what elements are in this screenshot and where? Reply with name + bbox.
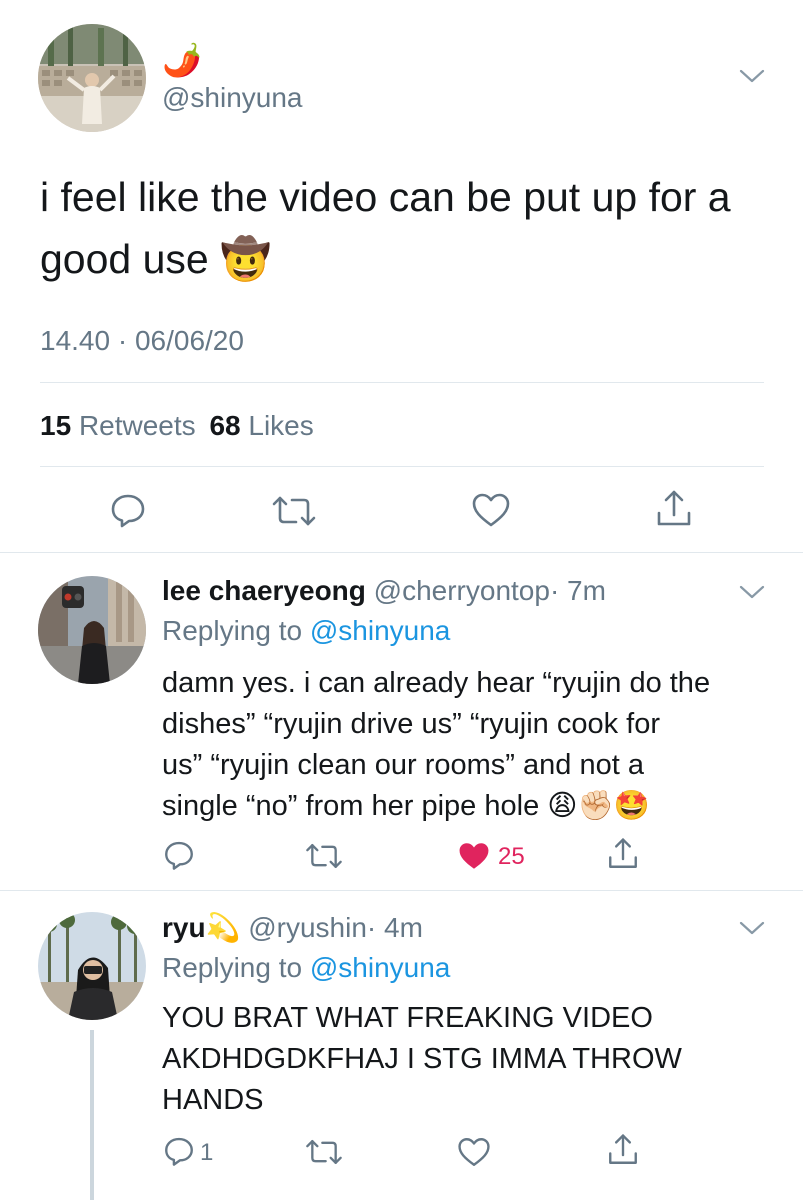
tweet-text: i feel like the video can be put up for …	[40, 166, 770, 290]
handle[interactable]: @shinyuna	[162, 82, 303, 114]
replying-to: Replying to @shinyuna	[162, 614, 450, 648]
chevron-down-icon[interactable]	[738, 918, 766, 938]
section-divider	[0, 890, 803, 891]
thread-line	[90, 1030, 94, 1200]
reply-text: YOU BRAT WHAT FREAKING VIDEO AKDHDGDKFHA…	[162, 998, 772, 1121]
display-name[interactable]: ryu💫	[162, 912, 240, 943]
reply-header: ryu💫 @ryushin· 4m	[162, 910, 423, 946]
avatar[interactable]	[38, 576, 146, 684]
reply-header: lee chaeryeong @cherryontop· 7m	[162, 574, 606, 608]
section-divider	[0, 552, 803, 553]
reply-text-line: HANDS	[162, 1084, 264, 1116]
heart-icon[interactable]	[456, 1135, 492, 1169]
reply-text-line: single “no” from her pipe hole 😩✊🏻🤩	[162, 790, 650, 822]
share-icon[interactable]	[606, 836, 640, 872]
reply-text-line: dishes” “ryujin drive us” “ryujin cook f…	[162, 708, 660, 740]
time-ago: · 4m	[366, 912, 423, 943]
replying-handle-link[interactable]: @shinyuna	[310, 952, 451, 983]
tweet-text-line: i feel like the video can be put up for …	[40, 174, 731, 220]
share-icon[interactable]	[606, 1132, 640, 1168]
reply-text-line: damn yes. i can already hear “ryujin do …	[162, 667, 711, 699]
retweet-icon[interactable]	[304, 840, 344, 872]
share-icon[interactable]	[654, 488, 694, 530]
handle[interactable]: @ryushin	[248, 912, 367, 943]
like-label[interactable]: Likes	[248, 410, 313, 441]
reply-icon[interactable]	[162, 838, 196, 872]
reply-icon[interactable]	[162, 1134, 196, 1168]
like-count[interactable]: 25	[498, 842, 525, 872]
display-name-emoji: 🌶️	[162, 42, 202, 78]
heart-icon-liked[interactable]	[456, 839, 492, 873]
engagement-stats: 15 Retweets 68 Likes	[40, 408, 314, 444]
replying-prefix: Replying to	[162, 952, 303, 983]
heart-icon[interactable]	[470, 490, 512, 530]
time-ago: · 7m	[549, 575, 606, 606]
retweet-icon[interactable]	[304, 1136, 344, 1168]
reply-text: damn yes. i can already hear “ryujin do …	[162, 663, 772, 827]
reply-text-line: YOU BRAT WHAT FREAKING VIDEO	[162, 1002, 653, 1034]
handle[interactable]: @cherryontop	[374, 575, 550, 606]
replying-to: Replying to @shinyuna	[162, 951, 450, 985]
display-name[interactable]: lee chaeryeong	[162, 575, 366, 606]
retweet-label[interactable]: Retweets	[79, 410, 196, 441]
reply-text-line: us” “ryujin clean our rooms” and not a	[162, 749, 644, 781]
tweet-text-line: good use 🤠	[40, 236, 272, 282]
chevron-down-icon[interactable]	[738, 582, 766, 602]
avatar[interactable]	[38, 912, 146, 1020]
divider	[40, 382, 764, 383]
reply-icon[interactable]	[108, 490, 148, 530]
like-count[interactable]: 68	[209, 410, 240, 441]
divider	[40, 466, 764, 467]
replying-prefix: Replying to	[162, 615, 303, 646]
retweet-count[interactable]: 15	[40, 410, 71, 441]
chevron-down-icon[interactable]	[738, 66, 766, 86]
timestamp[interactable]: 14.40 · 06/06/20	[40, 324, 244, 358]
replying-handle-link[interactable]: @shinyuna	[310, 615, 451, 646]
reply-text-line: AKDHDGDKFHAJ I STG IMMA THROW	[162, 1043, 682, 1075]
reply-count[interactable]: 1	[200, 1138, 213, 1168]
retweet-icon[interactable]	[270, 492, 318, 530]
avatar[interactable]	[38, 24, 146, 132]
